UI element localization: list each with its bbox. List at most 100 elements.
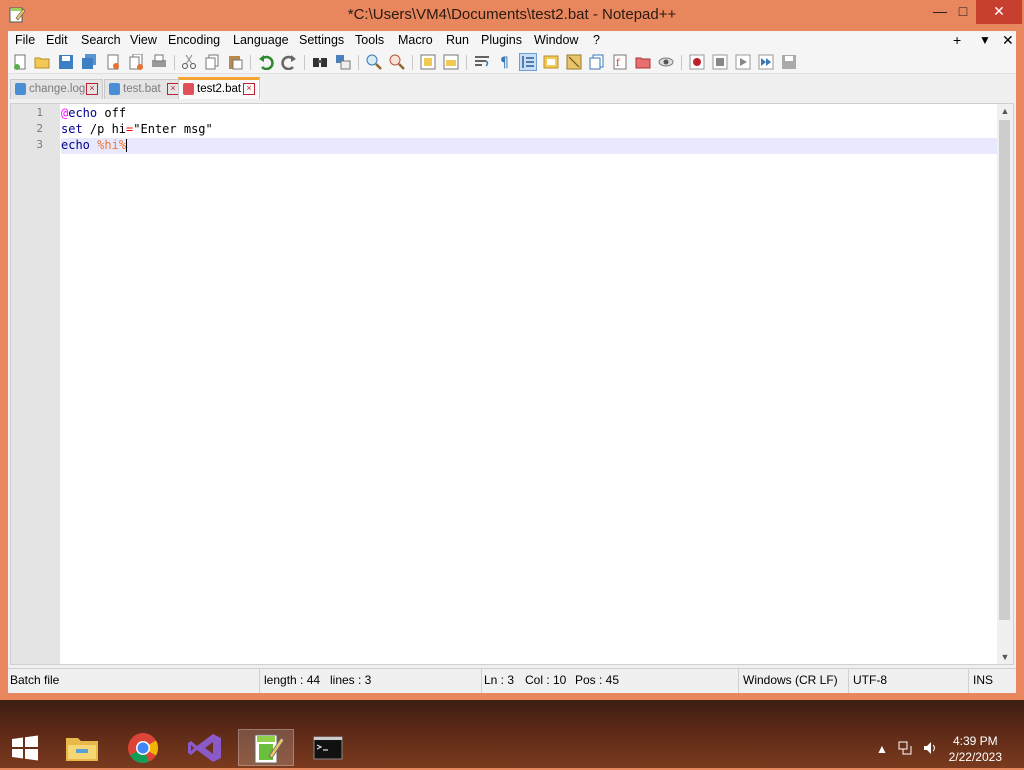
run-macro-multiple-icon[interactable] [758,54,774,70]
menu-help[interactable]: ? [593,33,600,47]
close-button[interactable]: ✕ [976,0,1022,24]
tab-label: change.log [29,83,86,95]
toolbar-separator [304,55,305,70]
close-all-icon[interactable] [128,54,144,70]
menu-run[interactable]: Run [446,33,469,47]
scroll-up-arrow-icon[interactable]: ▲ [997,104,1013,118]
notepad-plus-plus-icon [254,734,285,764]
menu-view[interactable]: View [130,33,157,47]
tab-bar: change.log × test.bat × test2.bat × [8,75,1016,101]
variable: %hi% [97,138,127,152]
indent-guide-icon[interactable] [519,53,537,71]
file-explorer-icon[interactable] [54,729,110,766]
close-tab-icon[interactable]: × [243,83,255,95]
status-ln: Ln : 3 [484,673,515,687]
visual-studio-icon[interactable] [177,729,233,766]
menu-settings[interactable]: Settings [299,33,344,47]
show-all-characters-icon[interactable]: ¶ [497,54,513,70]
chrome-icon[interactable] [115,729,171,766]
stop-macro-icon[interactable] [712,54,728,70]
status-pos: Pos : 45 [573,669,739,693]
keyword: echo [68,106,98,120]
code-line[interactable]: set /p hi="Enter msg" [61,122,997,138]
menu-plugins[interactable]: Plugins [481,33,522,47]
windows-start-icon[interactable] [0,729,50,766]
record-macro-icon[interactable] [689,54,705,70]
tab-label: test.bat [123,83,161,95]
vertical-scrollbar[interactable]: ▲ ▼ [997,104,1013,664]
command-prompt-icon[interactable] [300,729,356,766]
unsaved-file-icon [183,83,194,95]
scrollbar-thumb[interactable] [999,120,1010,620]
open-file-icon[interactable] [34,54,50,70]
show-hidden-icons-icon[interactable]: ▲ [876,742,888,756]
find-icon[interactable] [312,54,328,70]
status-encoding: UTF-8 [849,669,969,693]
editor-pane[interactable]: 1 2 3 @echo off set /p hi="Enter msg" ec… [10,103,1014,665]
paste-icon[interactable] [227,54,243,70]
new-file-icon[interactable] [12,54,28,70]
function-list-icon[interactable]: f [612,54,628,70]
saved-file-icon [109,83,120,95]
undo-icon[interactable] [258,54,274,70]
menu-file[interactable]: File [15,33,35,47]
maximize-button[interactable]: □ [946,0,980,24]
toolbar-separator [681,55,682,70]
word-wrap-icon[interactable] [474,54,490,70]
document-map-icon[interactable] [566,54,582,70]
redo-icon[interactable] [281,54,297,70]
keyword: set [61,122,83,136]
code-text: "Enter msg" [133,122,213,136]
monitoring-icon[interactable] [658,54,674,70]
tab-test-bat[interactable]: test.bat × [104,79,184,99]
tab-change-log[interactable]: change.log × [10,79,103,99]
replace-icon[interactable] [335,54,351,70]
menu-search[interactable]: Search [81,33,121,47]
line-number: 1 [36,106,43,119]
close-tab-icon[interactable]: × [86,83,98,95]
menu-macro[interactable]: Macro [398,33,433,47]
sync-horizontal-icon[interactable] [443,54,459,70]
tab-test2-bat[interactable]: test2.bat × [178,77,260,99]
toolbar-separator [358,55,359,70]
save-macro-icon[interactable] [781,54,797,70]
network-icon[interactable] [898,740,914,756]
tab-list-dropdown-icon[interactable]: ▼ [979,33,991,47]
app-body: File Edit Search View Encoding Language … [8,31,1016,693]
new-tab-plus-icon[interactable]: + [953,32,961,48]
code-text: off [97,106,127,120]
toolbar: ¶ f [8,51,1016,74]
menu-window[interactable]: Window [534,33,578,47]
notepad-plus-plus-taskbar-button[interactable] [238,729,294,766]
saved-file-icon [15,83,26,95]
title-bar[interactable]: *C:\Users\VM4\Documents\test2.bat - Note… [0,0,1024,31]
folder-as-workspace-icon[interactable] [635,54,651,70]
zoom-out-icon[interactable] [389,54,405,70]
scroll-down-arrow-icon[interactable]: ▼ [997,650,1013,664]
play-macro-icon[interactable] [735,54,751,70]
menu-tools[interactable]: Tools [355,33,384,47]
print-icon[interactable] [151,54,167,70]
menu-language[interactable]: Language [233,33,289,47]
zoom-in-icon[interactable] [366,54,382,70]
system-clock[interactable]: 4:39 PM 2/22/2023 [949,733,1002,765]
volume-icon[interactable] [922,740,938,756]
close-file-icon[interactable] [105,54,121,70]
user-defined-language-icon[interactable] [543,54,559,70]
cut-icon[interactable] [181,54,197,70]
clock-time: 4:39 PM [952,734,998,748]
svg-text:¶: ¶ [500,55,509,70]
taskbar: ▲ 4:39 PM 2/22/2023 [0,700,1024,768]
status-lines: lines : 3 [330,669,482,693]
menu-edit[interactable]: Edit [46,33,68,47]
code-line[interactable]: @echo off [61,106,997,122]
document-list-icon[interactable] [589,54,605,70]
close-document-icon[interactable]: ✕ [1002,32,1014,49]
copy-icon[interactable] [204,54,220,70]
current-code-line[interactable]: echo %hi% [61,138,997,154]
keyword: echo [61,138,90,152]
save-icon[interactable] [58,54,74,70]
sync-vertical-icon[interactable] [420,54,436,70]
menu-encoding[interactable]: Encoding [168,33,220,47]
save-all-icon[interactable] [81,54,97,70]
